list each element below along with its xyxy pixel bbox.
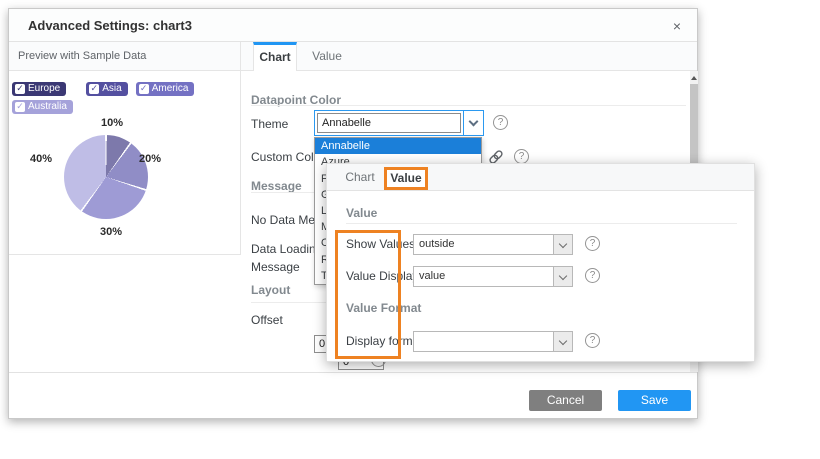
help-icon[interactable]: ? — [493, 115, 508, 130]
cancel-button[interactable]: Cancel — [529, 390, 602, 411]
divider — [346, 223, 737, 224]
offset-label: Offset — [251, 313, 283, 327]
pie-chart — [64, 135, 148, 219]
legend: ✓Europe✓Asia✓America✓Australia — [12, 82, 234, 114]
preview-pane: ✓Europe✓Asia✓America✓Australia 10% 20% 3… — [9, 71, 241, 255]
pie-label-20: 20% — [133, 153, 167, 165]
scroll-up-button[interactable] — [690, 71, 698, 84]
legend-item-australia[interactable]: ✓Australia — [12, 100, 73, 114]
panel-tab-bar: Chart Value — [327, 164, 754, 191]
legend-item-label: America — [152, 83, 189, 94]
display-format-value — [414, 332, 553, 351]
data-loading-label-2: Message — [251, 260, 300, 274]
footer-divider — [9, 372, 697, 373]
legend-item-label: Europe — [28, 83, 60, 94]
theme-input[interactable] — [317, 113, 461, 133]
value-display-label: Value Display — [346, 269, 418, 283]
checkbox-icon: ✓ — [89, 84, 99, 94]
pie-label-10: 10% — [95, 117, 129, 129]
help-icon[interactable]: ? — [514, 149, 529, 164]
section-value: Value — [346, 206, 377, 220]
show-values-select[interactable]: outside — [413, 234, 573, 255]
help-icon[interactable]: ? — [585, 236, 600, 251]
section-layout: Layout — [251, 283, 290, 297]
legend-item-asia[interactable]: ✓Asia — [86, 82, 127, 96]
legend-item-europe[interactable]: ✓Europe — [12, 82, 66, 96]
tab-value[interactable]: Value — [305, 42, 349, 71]
value-display-select[interactable]: value — [413, 266, 573, 287]
help-icon[interactable]: ? — [585, 268, 600, 283]
theme-combobox — [314, 110, 484, 136]
panel-tab-value[interactable]: Value — [384, 167, 428, 190]
tab-chart[interactable]: Chart — [253, 42, 297, 71]
main-tab-bar: Chart Value — [241, 42, 697, 71]
preview-header-label: Preview with Sample Data — [18, 42, 146, 70]
close-icon[interactable]: × — [667, 16, 687, 36]
chevron-down-icon — [559, 271, 567, 279]
display-format-select[interactable] — [413, 331, 573, 352]
pie-label-30: 30% — [94, 226, 128, 238]
legend-item-america[interactable]: ✓America — [136, 82, 195, 96]
legend-item-label: Australia — [28, 101, 67, 112]
help-icon[interactable]: ? — [585, 333, 600, 348]
chevron-down-icon — [559, 336, 567, 344]
dialog-titlebar: Advanced Settings: chart3 — [9, 9, 697, 42]
save-button[interactable]: Save — [618, 390, 691, 411]
divider — [251, 105, 686, 106]
checkbox-icon: ✓ — [15, 84, 25, 94]
screen: Advanced Settings: chart3 × Preview with… — [0, 0, 820, 459]
section-value-format: Value Format — [346, 301, 421, 315]
scroll-up-icon — [691, 76, 697, 80]
preview-header: Preview with Sample Data — [9, 42, 241, 71]
theme-dropdown-option[interactable]: Annabelle — [315, 138, 481, 154]
checkbox-icon: ✓ — [15, 102, 25, 112]
display-format-label: Display format — [346, 334, 423, 348]
dialog-title: Advanced Settings: chart3 — [28, 9, 192, 42]
show-values-value: outside — [414, 235, 553, 254]
checkbox-icon: ✓ — [139, 84, 149, 94]
section-message: Message — [251, 179, 302, 193]
scrollbar-thumb[interactable] — [690, 84, 698, 174]
show-values-label: Show Values — [346, 237, 415, 251]
chevron-down-icon — [469, 117, 479, 127]
value-settings-panel: Chart Value Value Show Values outside ? … — [326, 163, 755, 362]
legend-item-label: Asia — [102, 83, 121, 94]
theme-label: Theme — [251, 117, 288, 131]
pie-label-40: 40% — [24, 153, 58, 165]
value-display-value: value — [414, 267, 553, 286]
panel-tab-chart[interactable]: Chart — [337, 164, 383, 191]
data-loading-label-1: Data Loading — [251, 242, 322, 256]
chevron-down-icon — [559, 239, 567, 247]
theme-dropdown-button[interactable] — [463, 111, 483, 135]
